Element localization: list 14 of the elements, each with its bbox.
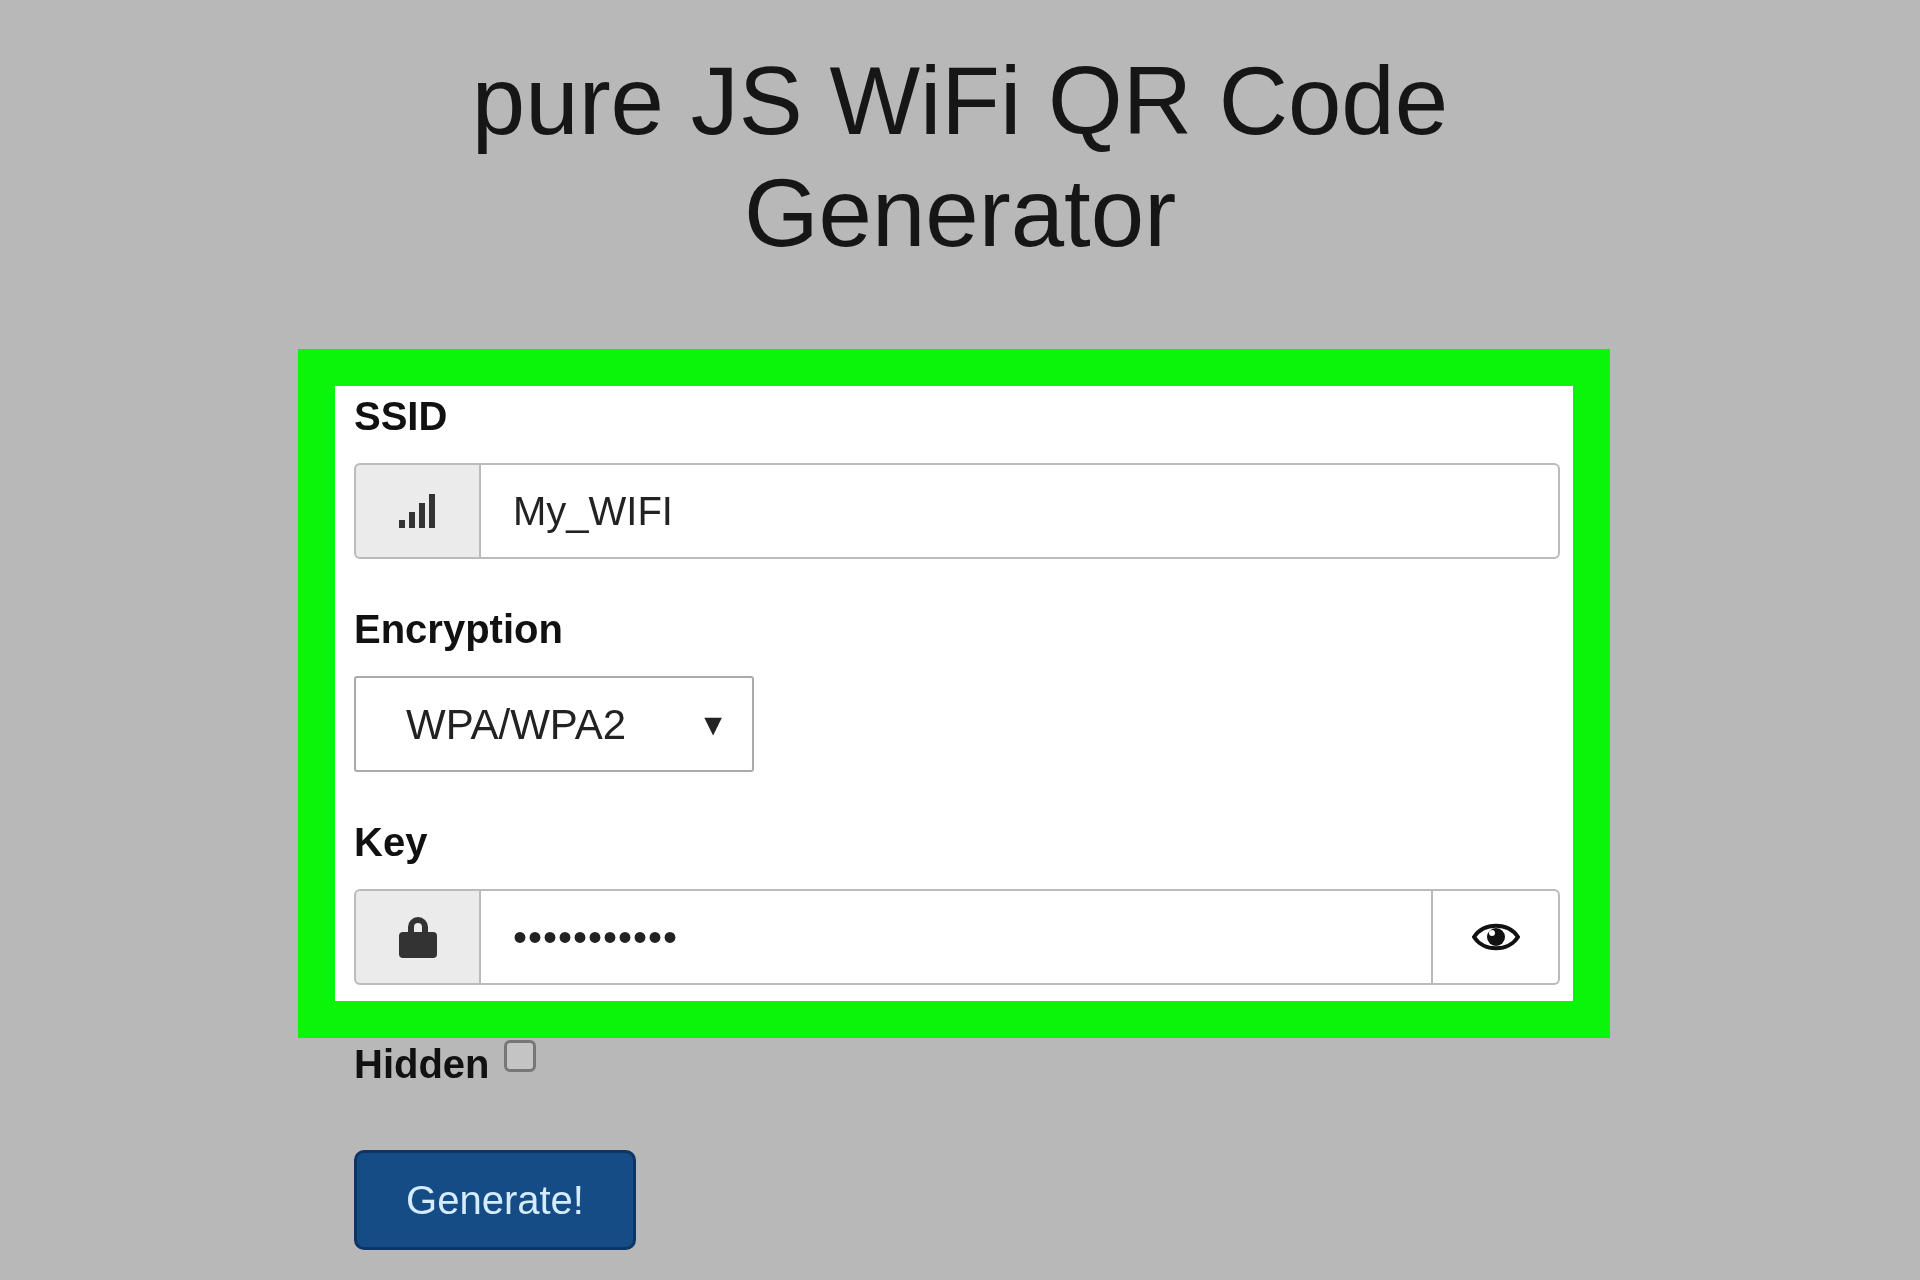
- hidden-checkbox[interactable]: [503, 1040, 536, 1072]
- hidden-label: Hidden: [354, 1041, 490, 1088]
- generate-button[interactable]: Generate!: [354, 1150, 636, 1250]
- signal-icon: [398, 494, 437, 528]
- field-label: Encryption: [354, 606, 564, 653]
- field-label: Key: [354, 819, 429, 866]
- encryption-dropdown[interactable]: WPA/WPA2 ▼: [354, 676, 754, 772]
- field-label: SSID: [354, 393, 449, 440]
- lock-icon: [396, 916, 439, 958]
- show-password-button[interactable]: [1433, 889, 1560, 985]
- ssid-input[interactable]: My_WIFI: [481, 463, 1560, 559]
- page-title: pure JS WiFi QR Code Generator: [470, 46, 1450, 268]
- key-input[interactable]: •••••••••••: [481, 889, 1433, 985]
- dropdown-arrow-icon: ▼: [698, 701, 728, 747]
